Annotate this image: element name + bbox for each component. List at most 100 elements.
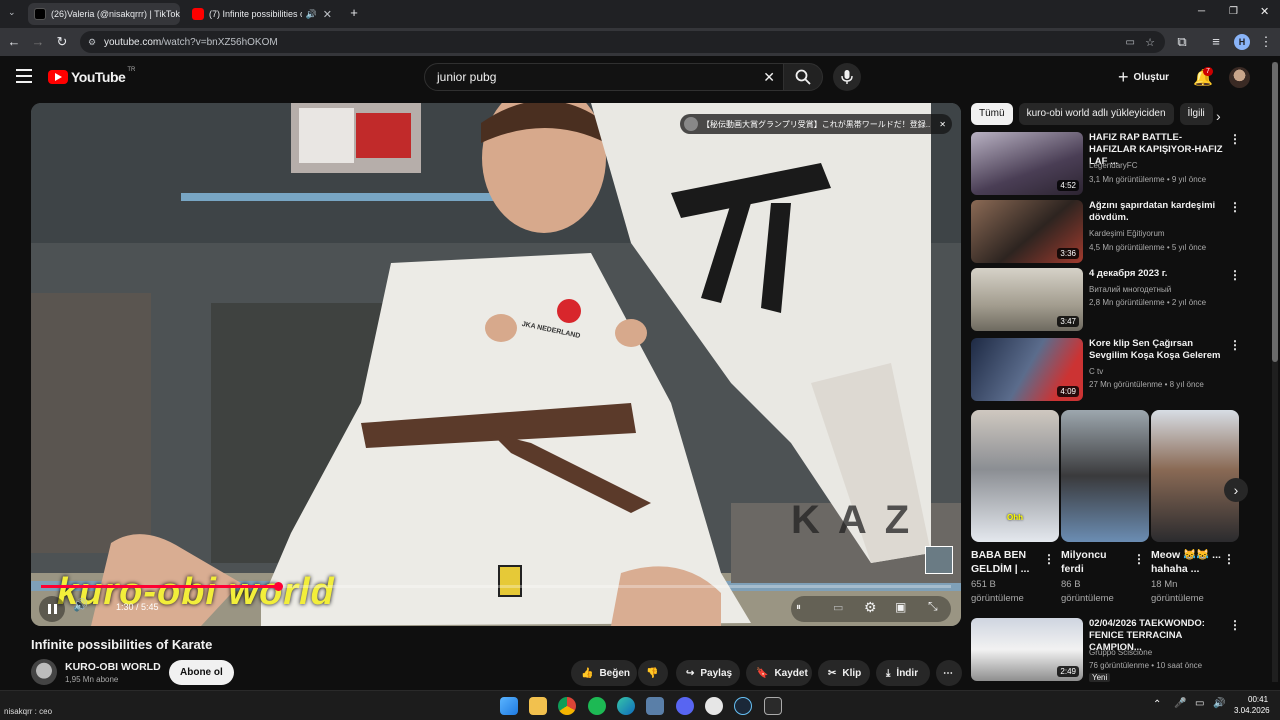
share-button[interactable]: ↪ Paylaş — [676, 660, 740, 686]
chip-from-uploader[interactable]: kuro-obi world adlı yükleyiciden — [1018, 103, 1174, 125]
theater-mode-icon[interactable]: ▣ — [895, 600, 906, 614]
tab-youtube[interactable]: (7) Infinite possibilities of Ka 🔊 ✕ — [186, 3, 338, 25]
subtitles-icon[interactable]: ▭ — [833, 601, 843, 614]
maximize-icon[interactable]: ❐ — [1229, 6, 1238, 17]
minimize-icon[interactable]: ─ — [1198, 6, 1205, 17]
channel-name[interactable]: KURO-OBI WORLD — [65, 661, 161, 673]
more-options-icon[interactable]: ⋮ — [1229, 338, 1241, 352]
end-screen-thumb[interactable] — [925, 546, 953, 574]
autoplay-toggle-icon[interactable]: ⏸ — [796, 602, 801, 613]
account-avatar[interactable] — [1229, 67, 1250, 88]
channel-name[interactable]: LegendaryFC — [1089, 161, 1137, 170]
volume-icon[interactable]: 🔊 — [73, 598, 88, 612]
tab-search-icon[interactable]: ⌄ — [8, 7, 16, 18]
windows-start-icon[interactable] — [500, 697, 518, 715]
edge-icon[interactable] — [617, 697, 635, 715]
more-actions-button[interactable]: ⋯ — [936, 660, 962, 686]
save-button[interactable]: 🔖 Kaydet — [746, 660, 812, 686]
short-title[interactable]: Meow 😹😹 ... hahaha ... — [1151, 548, 1221, 576]
more-options-icon[interactable]: ⋮ — [1229, 132, 1241, 146]
progress-scrubber[interactable] — [273, 582, 283, 591]
short-thumbnail[interactable]: Ohh — [971, 410, 1059, 542]
steam-icon[interactable] — [734, 697, 752, 715]
list-item[interactable]: 3:47 4 декабря 2023 г. Виталий многодетн… — [971, 268, 1241, 332]
clock-date[interactable]: 3.04.2026 — [1234, 706, 1270, 715]
back-icon[interactable]: ← — [6, 34, 22, 50]
scrollbar[interactable] — [1272, 62, 1278, 682]
spotify-icon[interactable] — [588, 697, 606, 715]
channel-name[interactable]: Kardeşimi Eğitiyorum — [1089, 229, 1165, 238]
channel-avatar[interactable] — [31, 659, 57, 685]
pause-button[interactable] — [39, 596, 65, 622]
like-button[interactable]: 👍 Beğen — [571, 660, 637, 686]
new-tab-button[interactable]: + — [346, 5, 362, 21]
close-icon[interactable]: ✕ — [317, 8, 332, 21]
file-explorer-icon[interactable] — [529, 697, 547, 715]
video-player[interactable]: KAZ JKA NEDERLAND 【秘伝動画大賞グランプリ受賞】これが黒帯ワー… — [31, 103, 961, 626]
short-title[interactable]: BABA BEN GELDİM | ... — [971, 548, 1035, 576]
youtube-logo[interactable]: YouTube TR — [48, 67, 135, 85]
close-icon[interactable]: ✕ — [939, 120, 946, 129]
network-icon[interactable]: ▭ — [1195, 698, 1204, 709]
search-input[interactable]: junior pubg ✕ — [424, 63, 784, 91]
chip-related[interactable]: İlgili — [1179, 103, 1213, 125]
search-button[interactable] — [783, 63, 823, 91]
reading-list-icon[interactable]: ≡ — [1208, 34, 1224, 50]
short-title[interactable]: Milyoncu ferdi — [1061, 548, 1125, 576]
video-thumbnail[interactable]: 3:47 — [971, 268, 1083, 331]
bookmark-star-icon[interactable]: ☆ — [1145, 36, 1155, 49]
tab-tiktok[interactable]: (26)Valeria (@nisakqrrr) | TikTok ✕ — [28, 3, 180, 25]
settings-gear-icon[interactable]: ⚙ — [864, 599, 877, 616]
forward-icon[interactable]: → — [30, 34, 46, 50]
hamburger-icon[interactable] — [16, 69, 32, 83]
menu-icon[interactable]: ⋮ — [1258, 34, 1274, 50]
video-thumbnail[interactable]: 4:09 — [971, 338, 1083, 401]
shorts-next-button[interactable]: › — [1224, 478, 1248, 502]
mic-tray-icon[interactable]: 🎤 — [1174, 698, 1186, 709]
more-options-icon[interactable]: ⋮ — [1043, 552, 1055, 566]
list-item[interactable]: 4:09 Kore klip Sen Çağırsan Sevgilim Koş… — [971, 338, 1241, 402]
overlay-banner[interactable]: 【秘伝動画大賞グランプリ受賞】これが黒帯ワールドだ！登録... ✕ — [680, 114, 952, 134]
volume-tray-icon[interactable]: 🔊 — [1213, 698, 1225, 709]
discord-icon[interactable] — [676, 697, 694, 715]
dislike-button[interactable]: 👎 — [638, 660, 668, 686]
video-thumbnail[interactable]: 3:36 — [971, 200, 1083, 263]
speaker-icon[interactable]: 🔊 — [306, 9, 317, 20]
download-button[interactable]: ⤓ İndir — [876, 660, 930, 686]
chips-next-icon[interactable]: › — [1216, 108, 1221, 124]
more-options-icon[interactable]: ⋮ — [1229, 268, 1241, 282]
tray-chevron-icon[interactable]: ⌃ — [1153, 699, 1161, 710]
site-info-icon[interactable]: ⚙ — [88, 37, 96, 48]
more-options-icon[interactable]: ⋮ — [1223, 552, 1235, 566]
epic-games-icon[interactable] — [764, 697, 782, 715]
list-item[interactable]: 3:36 Ağzını şapırdatan kardeşimi dövdüm.… — [971, 200, 1241, 264]
video-title[interactable]: Ağzını şapırdatan kardeşimi dövdüm. — [1089, 200, 1223, 224]
more-options-icon[interactable]: ⋮ — [1229, 618, 1241, 632]
chrome-icon[interactable] — [558, 697, 576, 715]
clip-button[interactable]: ✂ Klip — [818, 660, 870, 686]
extensions-icon[interactable]: ⧉ — [1174, 34, 1190, 50]
window-close-icon[interactable]: ✕ — [1260, 5, 1269, 18]
list-item[interactable]: 4:52 HAFIZ RAP BATTLE-HAFIZLAR KAPIŞIYOR… — [971, 132, 1241, 196]
channel-name[interactable]: C tv — [1089, 367, 1103, 376]
fullscreen-icon[interactable]: ⤡ — [928, 599, 938, 614]
channel-name[interactable]: Gruppo Sciscione — [1089, 648, 1152, 657]
reload-icon[interactable]: ↻ — [54, 34, 70, 50]
github-icon[interactable] — [705, 697, 723, 715]
subscribe-button[interactable]: Abone ol — [169, 660, 234, 685]
video-title[interactable]: 4 декабря 2023 г. — [1089, 268, 1223, 280]
video-thumbnail[interactable]: 2:49 — [971, 618, 1083, 681]
profile-avatar[interactable]: H — [1234, 34, 1250, 50]
more-options-icon[interactable]: ⋮ — [1229, 200, 1241, 214]
chip-all[interactable]: Tümü — [971, 103, 1013, 125]
create-button[interactable]: + Oluştur — [1118, 67, 1169, 88]
more-options-icon[interactable]: ⋮ — [1133, 552, 1145, 566]
video-thumbnail[interactable]: 4:52 — [971, 132, 1083, 195]
list-item[interactable]: 2:49 02/04/2026 TAEKWONDO: FENICE TERRAC… — [971, 618, 1241, 682]
voice-search-button[interactable] — [833, 63, 861, 91]
clock-time[interactable]: 00:41 — [1248, 695, 1268, 704]
clear-search-icon[interactable]: ✕ — [763, 69, 775, 86]
progress-bar[interactable] — [41, 582, 951, 591]
channel-name[interactable]: Виталий многодетный — [1089, 285, 1171, 294]
short-thumbnail[interactable] — [1151, 410, 1239, 542]
